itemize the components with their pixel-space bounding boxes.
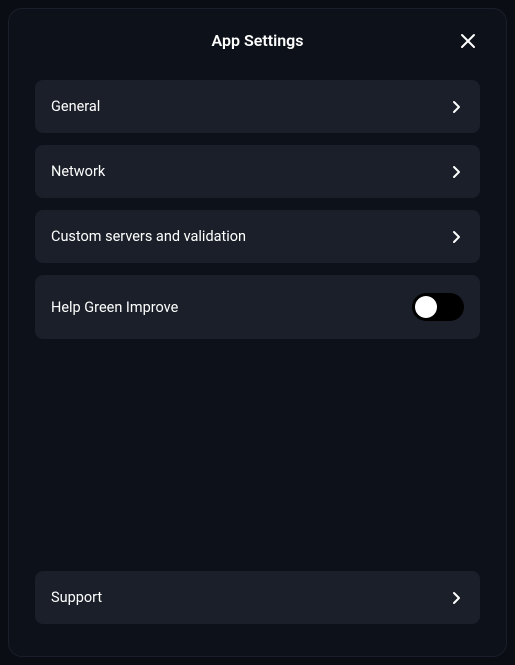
settings-list: General Network Custom servers and valid…	[35, 80, 480, 339]
settings-modal: App Settings General Network	[8, 8, 507, 657]
close-icon	[458, 31, 478, 51]
settings-item-network[interactable]: Network	[35, 145, 480, 198]
settings-label: Support	[51, 589, 102, 606]
spacer	[35, 339, 480, 571]
settings-item-support[interactable]: Support	[35, 571, 480, 624]
modal-header: App Settings	[35, 31, 480, 50]
toggle-knob	[415, 296, 437, 318]
chevron-right-icon	[448, 590, 464, 606]
modal-title: App Settings	[211, 31, 303, 50]
settings-label: General	[51, 98, 100, 115]
help-improve-toggle[interactable]	[412, 293, 464, 321]
bottom-section: Support	[35, 571, 480, 634]
settings-label: Help Green Improve	[51, 299, 178, 316]
settings-item-help-improve: Help Green Improve	[35, 275, 480, 339]
settings-item-custom-servers[interactable]: Custom servers and validation	[35, 210, 480, 263]
chevron-right-icon	[448, 229, 464, 245]
settings-label: Network	[51, 163, 105, 180]
close-button[interactable]	[456, 29, 480, 53]
settings-label: Custom servers and validation	[51, 228, 246, 245]
settings-item-general[interactable]: General	[35, 80, 480, 133]
chevron-right-icon	[448, 99, 464, 115]
chevron-right-icon	[448, 164, 464, 180]
